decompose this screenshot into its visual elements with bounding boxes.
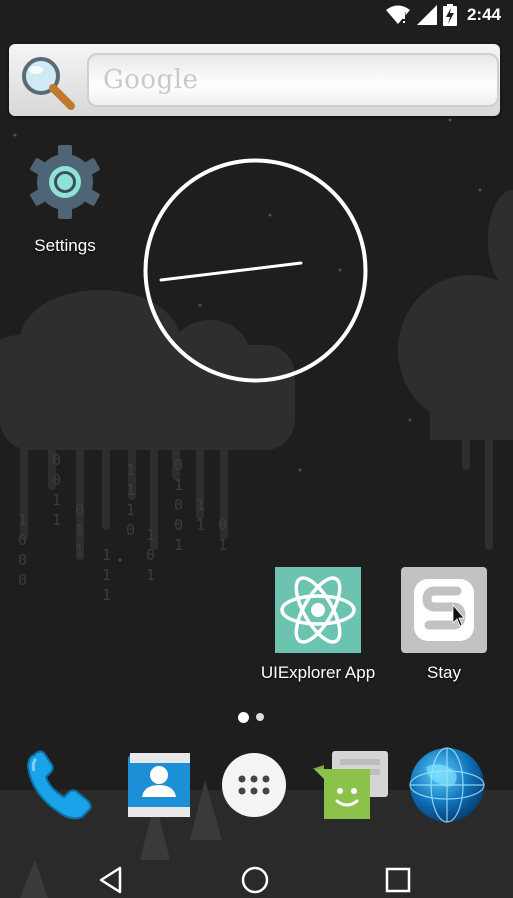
recents-button[interactable] bbox=[378, 860, 418, 898]
svg-text:1: 1 bbox=[75, 521, 84, 539]
analog-clock-widget[interactable] bbox=[143, 158, 368, 383]
svg-text:1: 1 bbox=[146, 566, 155, 584]
app-label-stay[interactable]: Stay bbox=[394, 663, 494, 683]
page-indicator bbox=[238, 711, 278, 723]
svg-text:0: 0 bbox=[174, 496, 183, 514]
svg-text:1: 1 bbox=[174, 536, 183, 554]
back-button[interactable] bbox=[93, 860, 133, 898]
dock-contacts[interactable] bbox=[120, 745, 200, 825]
page-dot-inactive bbox=[256, 713, 264, 721]
home-icon bbox=[235, 866, 275, 898]
page-dot-active bbox=[238, 711, 249, 723]
svg-text:1: 1 bbox=[196, 496, 205, 514]
battery-charging-icon bbox=[442, 4, 457, 26]
svg-text:0: 0 bbox=[218, 516, 227, 534]
svg-text:1: 1 bbox=[102, 566, 111, 584]
react-atom-icon bbox=[275, 567, 361, 657]
browser-globe-icon bbox=[408, 747, 488, 829]
clock-hour-hand bbox=[159, 261, 303, 282]
svg-text:0: 0 bbox=[18, 551, 27, 569]
svg-text:0: 0 bbox=[174, 456, 183, 474]
svg-text:0: 0 bbox=[18, 571, 27, 589]
dock-app-drawer[interactable] bbox=[216, 745, 296, 825]
signal-icon bbox=[416, 5, 437, 25]
app-drawer-icon bbox=[216, 753, 296, 829]
status-time: 2:44 bbox=[466, 5, 501, 24]
dock-browser[interactable] bbox=[408, 745, 488, 825]
status-bar: 2:44 bbox=[0, 0, 513, 30]
search-placeholder: Google bbox=[103, 65, 199, 95]
app-uiexplorer[interactable] bbox=[275, 567, 361, 653]
svg-text:0: 0 bbox=[174, 516, 183, 534]
dock-messenger[interactable] bbox=[312, 745, 392, 825]
wifi-icon bbox=[385, 5, 411, 25]
svg-text:1: 1 bbox=[218, 536, 227, 554]
svg-text:1: 1 bbox=[126, 501, 135, 519]
app-settings[interactable] bbox=[25, 142, 105, 222]
svg-text:0: 0 bbox=[146, 546, 155, 564]
svg-text:0: 0 bbox=[52, 471, 61, 489]
magnifier-icon[interactable] bbox=[17, 52, 77, 112]
phone-icon bbox=[20, 750, 100, 829]
dock-phone[interactable] bbox=[20, 745, 100, 825]
svg-text:1: 1 bbox=[146, 526, 155, 544]
app-label-settings[interactable]: Settings bbox=[15, 236, 115, 256]
stay-s-icon bbox=[401, 567, 487, 657]
svg-text:1: 1 bbox=[102, 586, 111, 604]
recents-icon bbox=[378, 867, 418, 898]
svg-text:0: 0 bbox=[75, 501, 84, 519]
svg-text:1: 1 bbox=[174, 476, 183, 494]
messenger-icon bbox=[312, 751, 392, 829]
svg-text:0: 0 bbox=[52, 451, 61, 469]
back-icon bbox=[93, 866, 133, 898]
svg-text:1: 1 bbox=[52, 511, 61, 529]
svg-text:0: 0 bbox=[126, 521, 135, 539]
app-label-uiexplorer[interactable]: UIExplorer App bbox=[253, 663, 383, 683]
svg-text:0: 0 bbox=[18, 531, 27, 549]
app-stay[interactable] bbox=[401, 567, 487, 653]
home-button[interactable] bbox=[235, 860, 275, 898]
google-search-widget[interactable]: Google bbox=[9, 44, 500, 116]
gear-icon bbox=[25, 145, 105, 226]
svg-text:1: 1 bbox=[52, 491, 61, 509]
svg-text:1: 1 bbox=[75, 541, 84, 559]
svg-text:1: 1 bbox=[126, 461, 135, 479]
search-input[interactable]: Google bbox=[87, 53, 499, 107]
contacts-icon bbox=[120, 753, 200, 829]
svg-text:1: 1 bbox=[126, 481, 135, 499]
svg-text:1: 1 bbox=[102, 546, 111, 564]
svg-text:1: 1 bbox=[18, 511, 27, 529]
svg-text:1: 1 bbox=[196, 516, 205, 534]
